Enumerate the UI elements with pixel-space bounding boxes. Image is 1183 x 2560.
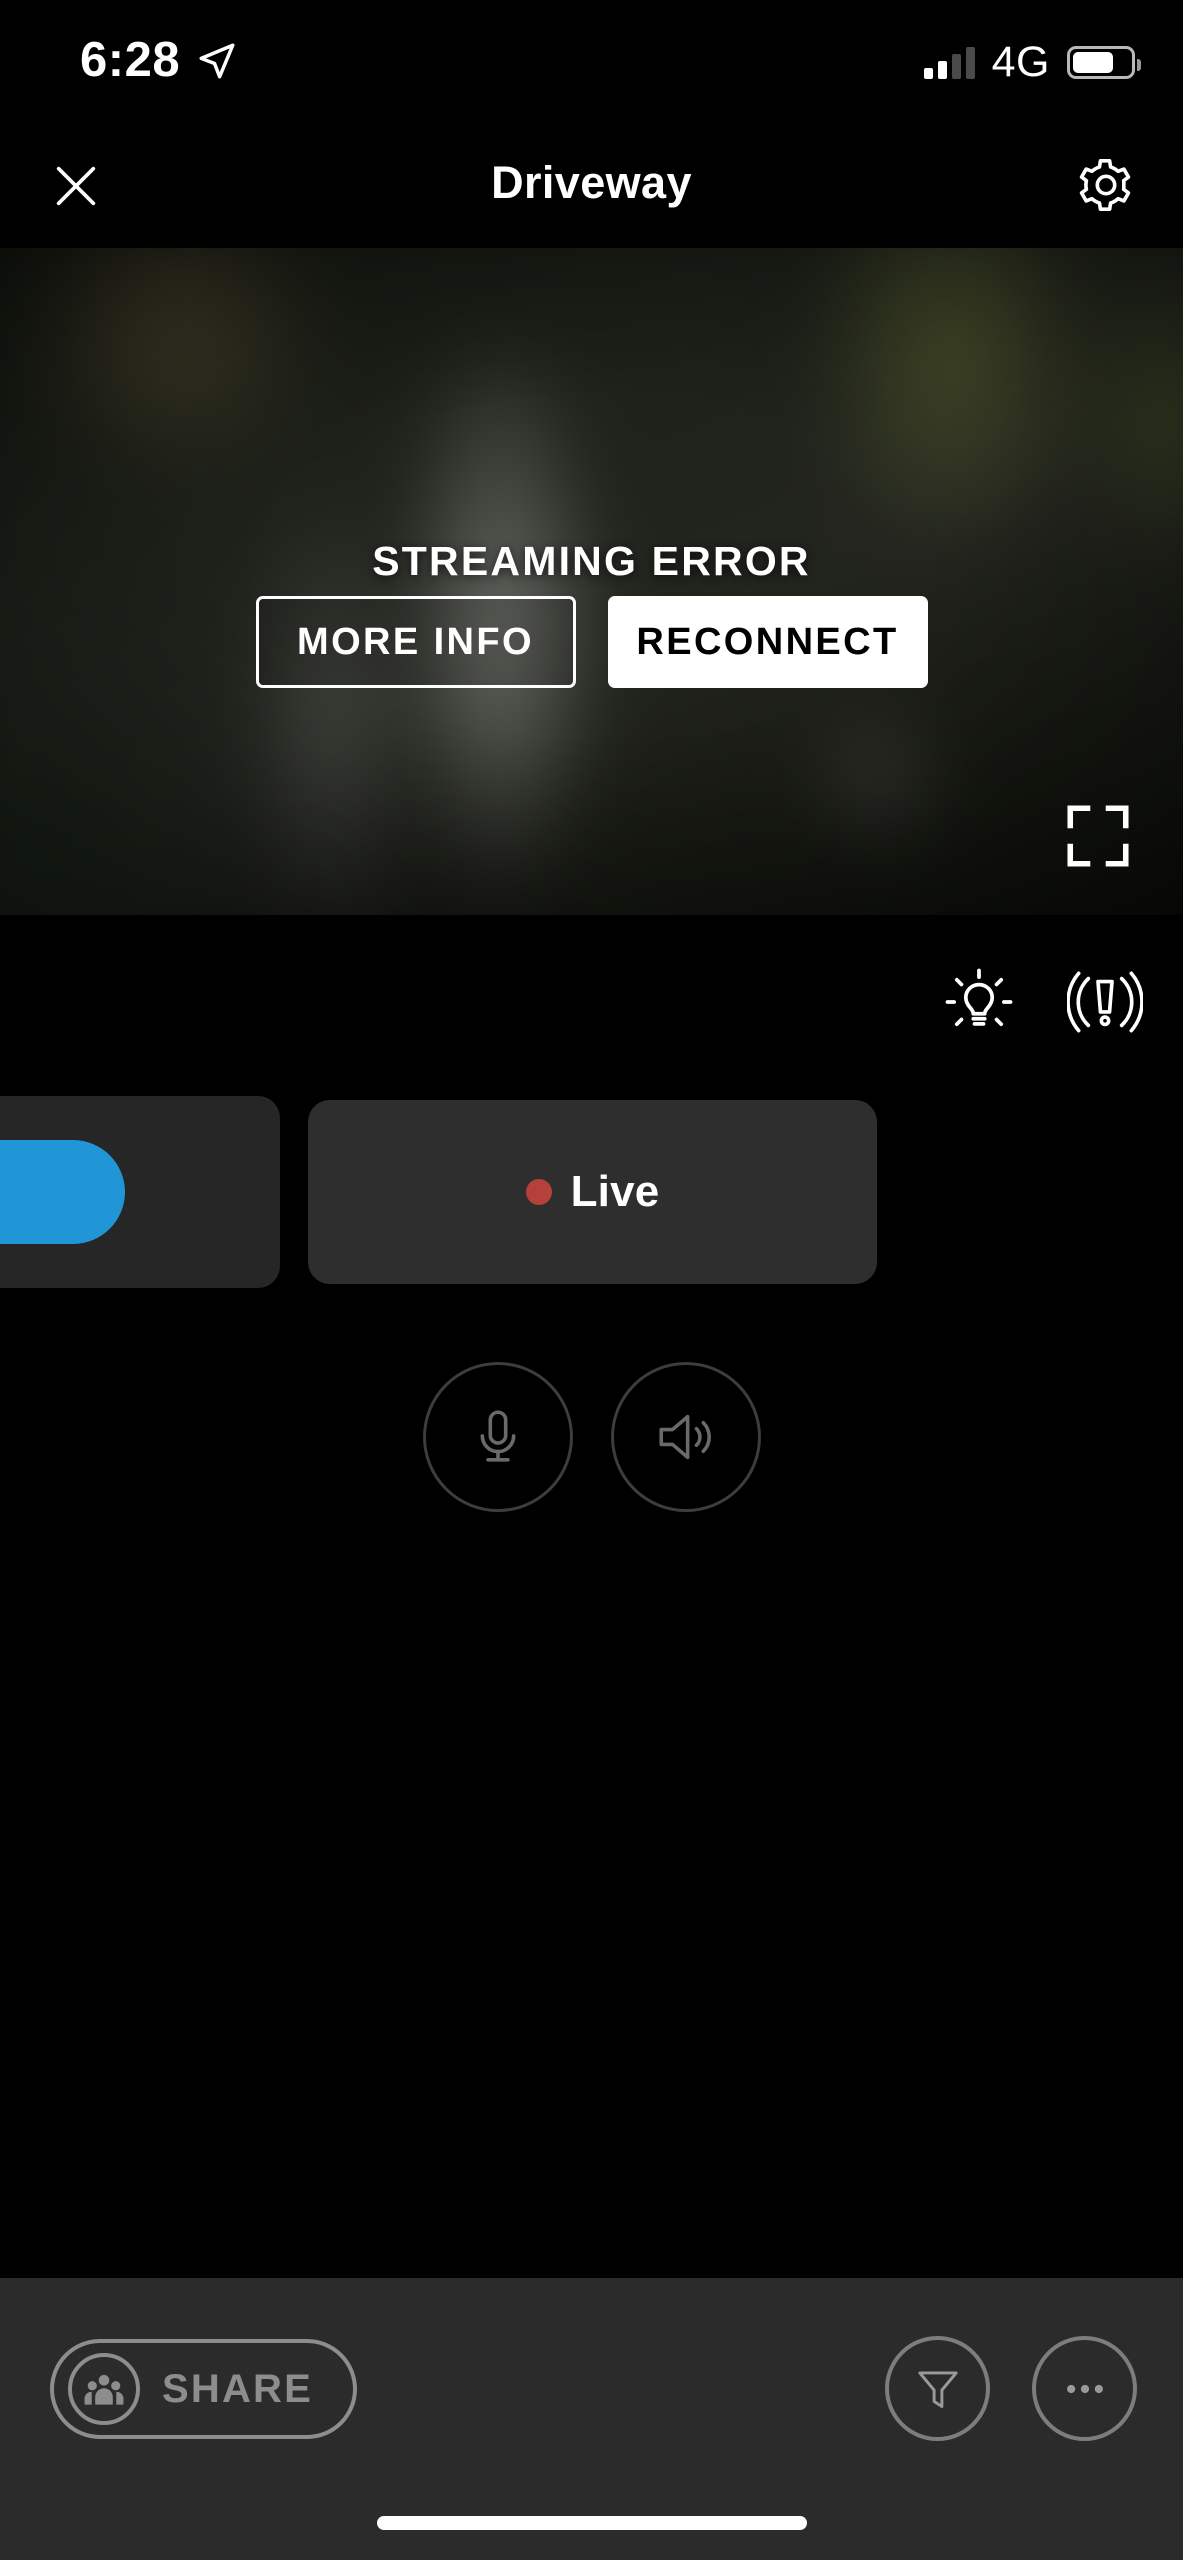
siren-alarm-icon (1067, 971, 1143, 1033)
cellular-signal-icon (923, 46, 975, 79)
timeline-scrubber-pill[interactable] (0, 1140, 125, 1244)
people-group-icon (68, 2353, 140, 2425)
share-button[interactable]: SHARE (50, 2339, 358, 2439)
gear-icon[interactable] (1077, 156, 1135, 214)
timeline-card-row: Live (0, 1096, 1183, 1288)
nav-bar: Driveway (0, 118, 1183, 248)
speaker-button[interactable] (610, 1362, 761, 1512)
bottom-toolbar: SHARE (0, 2278, 1183, 2560)
more-info-button[interactable]: MORE INFO (255, 596, 576, 688)
battery-fill (1073, 52, 1113, 73)
more-options-button[interactable] (1032, 2336, 1137, 2441)
live-label: Live (570, 1167, 660, 1216)
light-bulb-icon (945, 968, 1013, 1027)
status-time: 6:28 (80, 33, 181, 87)
siren-toggle[interactable] (1063, 960, 1147, 1044)
funnel-filter-icon (917, 2371, 958, 2408)
live-record-dot (525, 1179, 552, 1205)
quick-action-row (937, 960, 1147, 1044)
status-bar: 6:28 4G (0, 0, 1183, 118)
filter-button[interactable] (885, 2336, 990, 2441)
phone-screen: 6:28 4G Driveway STREAMING ERROR MORE IN… (0, 0, 1183, 2560)
audio-control-row (0, 1362, 1183, 1512)
fullscreen-expand-icon[interactable] (1061, 799, 1135, 873)
speaker-volume-icon (658, 1414, 711, 1460)
video-player[interactable]: STREAMING ERROR MORE INFO RECONNECT (0, 248, 1183, 915)
microphone-icon (480, 1410, 515, 1462)
home-indicator-bar[interactable] (376, 2516, 807, 2530)
share-label: SHARE (162, 2366, 314, 2411)
location-arrow-icon (199, 43, 235, 79)
live-card[interactable]: Live (308, 1100, 877, 1284)
ellipsis-more-icon (1066, 2384, 1103, 2393)
streaming-error-title: STREAMING ERROR (372, 538, 811, 584)
status-indicators: 4G (923, 38, 1141, 87)
page-title: Driveway (491, 157, 692, 208)
network-type-label: 4G (991, 38, 1050, 86)
timeline-scrubber-card[interactable] (0, 1096, 280, 1288)
floodlight-toggle[interactable] (937, 960, 1021, 1044)
reconnect-button[interactable]: RECONNECT (607, 596, 928, 688)
microphone-button[interactable] (422, 1362, 573, 1512)
toolbar-right-actions (885, 2336, 1137, 2441)
battery-icon (1067, 46, 1141, 79)
streaming-error-actions: MORE INFO RECONNECT (0, 596, 1183, 688)
